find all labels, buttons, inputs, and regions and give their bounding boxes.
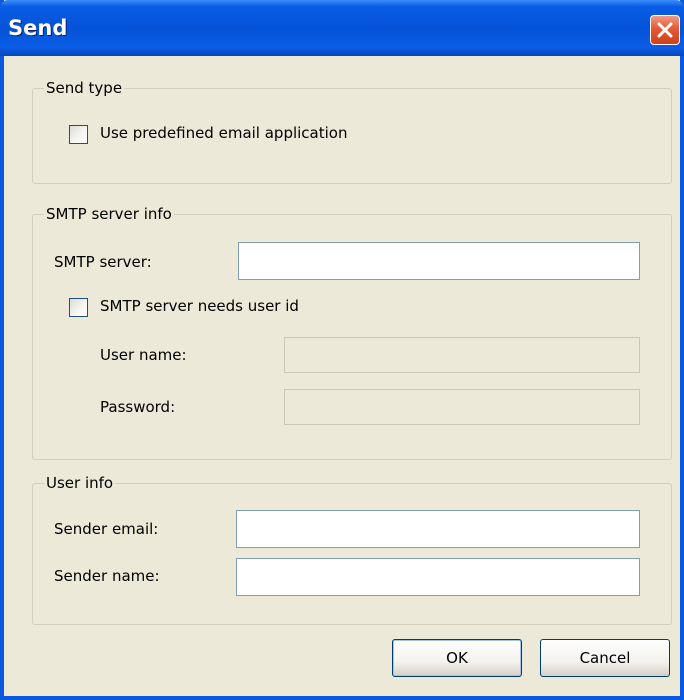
- smtp-server-input[interactable]: [238, 242, 640, 280]
- smtp-needs-user-id-label[interactable]: SMTP server needs user id: [100, 297, 299, 315]
- password-input[interactable]: [284, 389, 640, 425]
- sender-email-input[interactable]: [236, 510, 640, 548]
- username-input[interactable]: [284, 337, 640, 373]
- window-title: Send: [8, 16, 68, 40]
- close-button[interactable]: [650, 15, 680, 45]
- close-icon: [657, 22, 673, 38]
- sender-email-label: Sender email:: [54, 520, 159, 538]
- sender-name-label: Sender name:: [54, 567, 160, 585]
- user-info-group: [32, 483, 672, 625]
- send-dialog: Send Send type Use predefined email appl…: [0, 0, 684, 700]
- cancel-button[interactable]: Cancel: [540, 639, 670, 677]
- sender-name-input[interactable]: [236, 558, 640, 596]
- smtp-server-label: SMTP server:: [54, 253, 152, 271]
- ok-button[interactable]: OK: [392, 639, 522, 677]
- username-label: User name:: [100, 346, 187, 364]
- title-bar[interactable]: Send: [0, 0, 684, 56]
- user-info-legend: User info: [44, 474, 116, 492]
- send-type-legend: Send type: [44, 79, 125, 97]
- smtp-needs-user-id-checkbox[interactable]: [69, 298, 88, 317]
- use-predefined-email-label[interactable]: Use predefined email application: [100, 124, 347, 142]
- smtp-server-info-legend: SMTP server info: [44, 205, 174, 223]
- password-label: Password:: [100, 398, 176, 416]
- use-predefined-email-checkbox[interactable]: [69, 125, 88, 144]
